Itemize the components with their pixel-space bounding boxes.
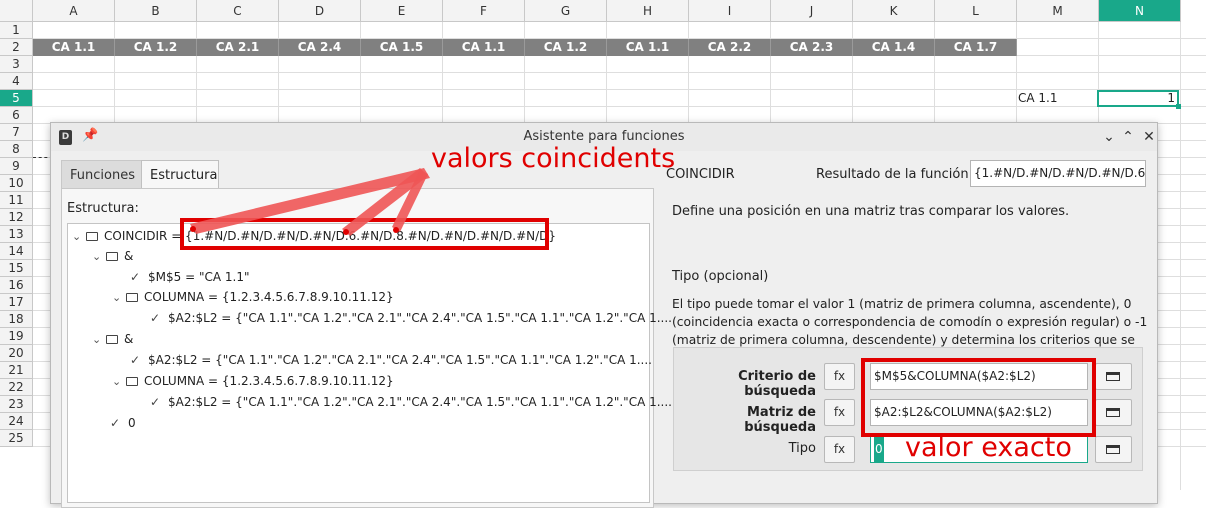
arrow-dot [343, 229, 349, 235]
arrow-dot [393, 227, 399, 233]
annotation-arrows [190, 168, 430, 236]
arrow-dot [190, 226, 196, 232]
